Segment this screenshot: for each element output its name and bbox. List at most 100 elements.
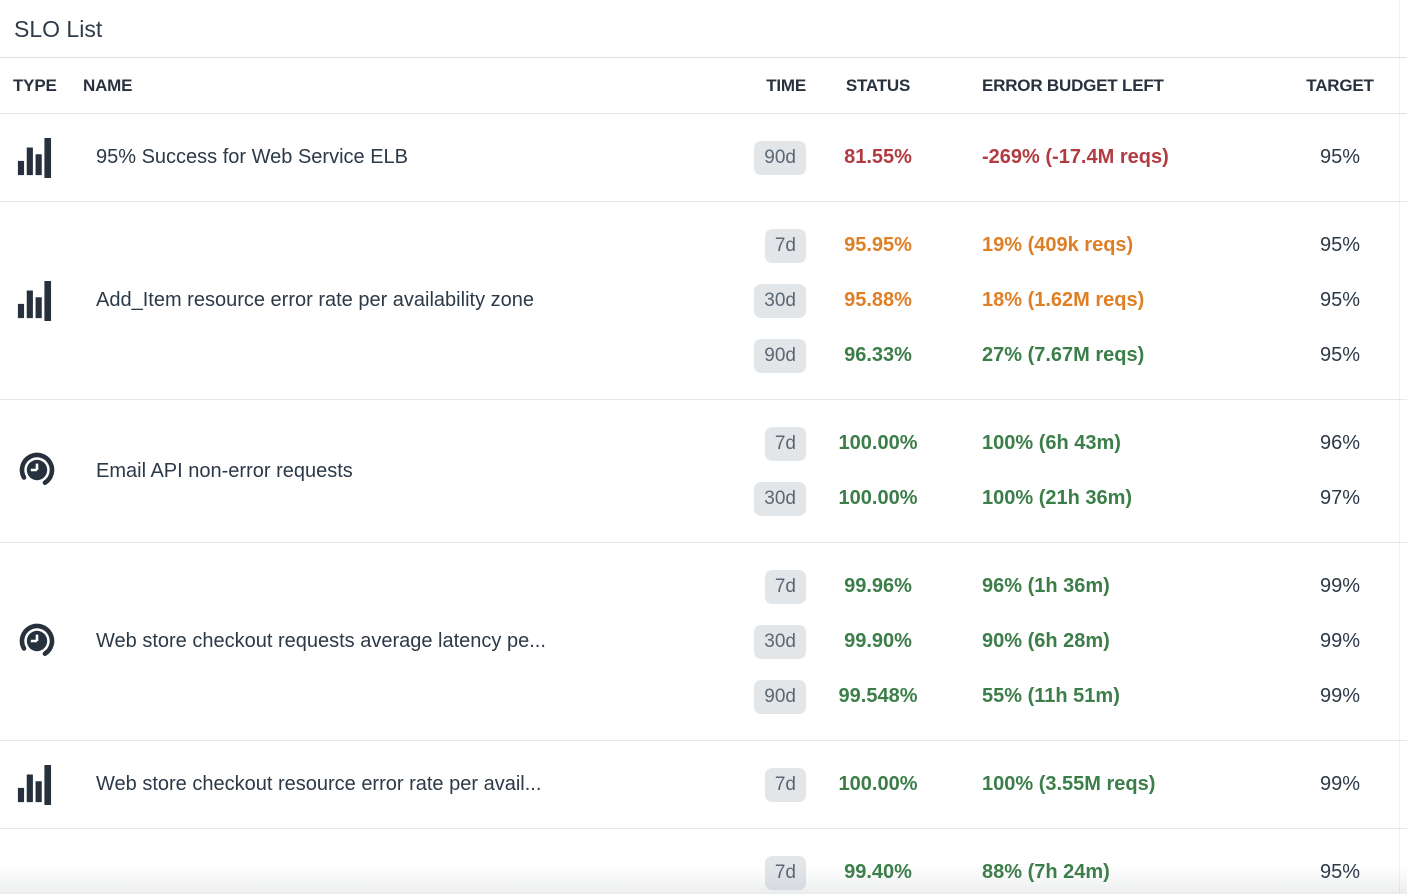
slo-target-value: 95%	[1290, 289, 1390, 312]
time-window-badge: 7d	[765, 570, 806, 604]
slo-table-row[interactable]: Add_Item resource error rate per availab…	[0, 201, 1407, 399]
slo-status-value: 100.00%	[806, 773, 950, 796]
slo-type-icon-slot	[16, 851, 56, 894]
slo-error-budget-value: 27% (7.67M reqs)	[950, 344, 1290, 367]
time-window-cell: 30d	[754, 284, 806, 318]
slo-window-row: 90d 99.548% 55% (11h 51m) 99%	[730, 669, 1390, 724]
time-window-badge: 90d	[754, 339, 806, 373]
slo-status-value: 95.88%	[806, 289, 950, 312]
slo-list-widget: SLO List TYPE NAME TIME STATUS ERROR BUD…	[0, 0, 1407, 894]
time-window-cell: 7d	[765, 570, 806, 604]
table-header-right: TIME STATUS ERROR BUDGET LEFT TARGET	[730, 76, 1390, 96]
time-window-badge: 7d	[765, 768, 806, 802]
slo-windows: 7d 95.95% 19% (409k reqs) 95% 30d 95.88%…	[730, 218, 1390, 383]
col-header-target: TARGET	[1306, 76, 1373, 96]
slo-window-row: 30d 99.90% 90% (6h 28m) 99%	[730, 614, 1390, 669]
slo-type-cell	[0, 763, 96, 807]
time-window-badge: 7d	[765, 856, 806, 890]
slo-status-value: 96.33%	[806, 344, 950, 367]
time-window-badge: 90d	[754, 680, 806, 714]
time-window-cell: 7d	[765, 856, 806, 890]
slo-error-budget-value: 96% (1h 36m)	[950, 575, 1290, 598]
slo-windows: 7d 100.00% 100% (6h 43m) 96% 30d 100.00%…	[730, 416, 1390, 526]
slo-windows: 7d 99.40% 88% (7h 24m) 95%	[730, 845, 1390, 894]
slo-target-value: 95%	[1290, 344, 1390, 367]
time-window-badge: 90d	[754, 141, 806, 175]
bar-chart-icon	[16, 763, 56, 807]
slo-target-value: 97%	[1290, 487, 1390, 510]
slo-table-row[interactable]: 7d 99.40% 88% (7h 24m) 95%	[0, 828, 1407, 894]
slo-target-value: 96%	[1290, 432, 1390, 455]
time-window-badge: 7d	[765, 229, 806, 263]
slo-type-cell	[0, 449, 96, 493]
slo-status-value: 100.00%	[806, 432, 950, 455]
slo-window-row: 90d 96.33% 27% (7.67M reqs) 95%	[730, 328, 1390, 383]
slo-type-cell	[0, 851, 96, 894]
slo-type-cell	[0, 620, 96, 664]
table-header-left: TYPE NAME	[0, 76, 730, 96]
slo-window-row: 30d 100.00% 100% (21h 36m) 97%	[730, 471, 1390, 526]
slo-name-link[interactable]: Add_Item resource error rate per availab…	[96, 289, 730, 312]
slo-target-value: 99%	[1290, 630, 1390, 653]
widget-title: SLO List	[0, 0, 1407, 58]
slo-table-row[interactable]: Email API non-error requests 7d 100.00% …	[0, 399, 1407, 542]
col-header-error-budget-left: ERROR BUDGET LEFT	[950, 76, 1164, 96]
time-window-cell: 90d	[754, 680, 806, 714]
time-window-cell: 7d	[765, 768, 806, 802]
slo-table-row[interactable]: Web store checkout resource error rate p…	[0, 740, 1407, 828]
bar-chart-icon	[16, 279, 56, 323]
slo-status-value: 100.00%	[806, 487, 950, 510]
table-header: TYPE NAME TIME STATUS ERROR BUDGET LEFT …	[0, 58, 1407, 114]
time-window-cell: 90d	[754, 339, 806, 373]
slo-error-budget-value: 19% (409k reqs)	[950, 234, 1290, 257]
col-header-time: TIME	[766, 76, 806, 96]
time-window-badge: 7d	[765, 427, 806, 461]
table-body: 95% Success for Web Service ELB 90d 81.5…	[0, 114, 1407, 894]
slo-target-value: 95%	[1290, 861, 1390, 884]
clock-icon	[16, 620, 56, 664]
slo-status-value: 99.90%	[806, 630, 950, 653]
slo-status-value: 99.548%	[806, 685, 950, 708]
col-header-status: STATUS	[846, 76, 910, 96]
slo-status-value: 81.55%	[806, 146, 950, 169]
time-window-cell: 30d	[754, 625, 806, 659]
slo-windows: 7d 99.96% 96% (1h 36m) 99% 30d 99.90% 90…	[730, 559, 1390, 724]
slo-target-value: 99%	[1290, 773, 1390, 796]
slo-table-row[interactable]: Web store checkout requests average late…	[0, 542, 1407, 740]
slo-name-link[interactable]: 95% Success for Web Service ELB	[96, 146, 730, 169]
slo-windows: 7d 100.00% 100% (3.55M reqs) 99%	[730, 757, 1390, 812]
slo-target-value: 99%	[1290, 685, 1390, 708]
slo-window-row: 30d 95.88% 18% (1.62M reqs) 95%	[730, 273, 1390, 328]
slo-target-value: 95%	[1290, 234, 1390, 257]
slo-error-budget-value: 55% (11h 51m)	[950, 685, 1290, 708]
time-window-badge: 30d	[754, 625, 806, 659]
time-window-cell: 7d	[765, 229, 806, 263]
slo-window-row: 90d 81.55% -269% (-17.4M reqs) 95%	[730, 130, 1390, 185]
col-header-type: TYPE	[0, 76, 83, 96]
slo-window-row: 7d 99.96% 96% (1h 36m) 99%	[730, 559, 1390, 614]
bar-chart-icon	[16, 136, 56, 180]
clock-icon	[16, 449, 56, 493]
time-window-badge: 30d	[754, 482, 806, 516]
slo-name-link[interactable]: Email API non-error requests	[96, 460, 730, 483]
time-window-cell: 7d	[765, 427, 806, 461]
slo-status-value: 99.96%	[806, 575, 950, 598]
time-window-cell: 30d	[754, 482, 806, 516]
slo-error-budget-value: 18% (1.62M reqs)	[950, 289, 1290, 312]
slo-target-value: 95%	[1290, 146, 1390, 169]
slo-error-budget-value: 100% (3.55M reqs)	[950, 773, 1290, 796]
slo-status-value: 99.40%	[806, 861, 950, 884]
slo-error-budget-value: -269% (-17.4M reqs)	[950, 146, 1290, 169]
slo-window-row: 7d 100.00% 100% (6h 43m) 96%	[730, 416, 1390, 471]
slo-window-row: 7d 99.40% 88% (7h 24m) 95%	[730, 845, 1390, 894]
slo-target-value: 99%	[1290, 575, 1390, 598]
slo-table-row[interactable]: 95% Success for Web Service ELB 90d 81.5…	[0, 114, 1407, 201]
time-window-cell: 90d	[754, 141, 806, 175]
slo-name-link[interactable]: Web store checkout requests average late…	[96, 630, 730, 653]
slo-name-link[interactable]: Web store checkout resource error rate p…	[96, 773, 730, 796]
col-header-name: NAME	[83, 76, 730, 96]
slo-error-budget-value: 100% (6h 43m)	[950, 432, 1290, 455]
slo-error-budget-value: 90% (6h 28m)	[950, 630, 1290, 653]
slo-windows: 90d 81.55% -269% (-17.4M reqs) 95%	[730, 130, 1390, 185]
slo-error-budget-value: 88% (7h 24m)	[950, 861, 1290, 884]
